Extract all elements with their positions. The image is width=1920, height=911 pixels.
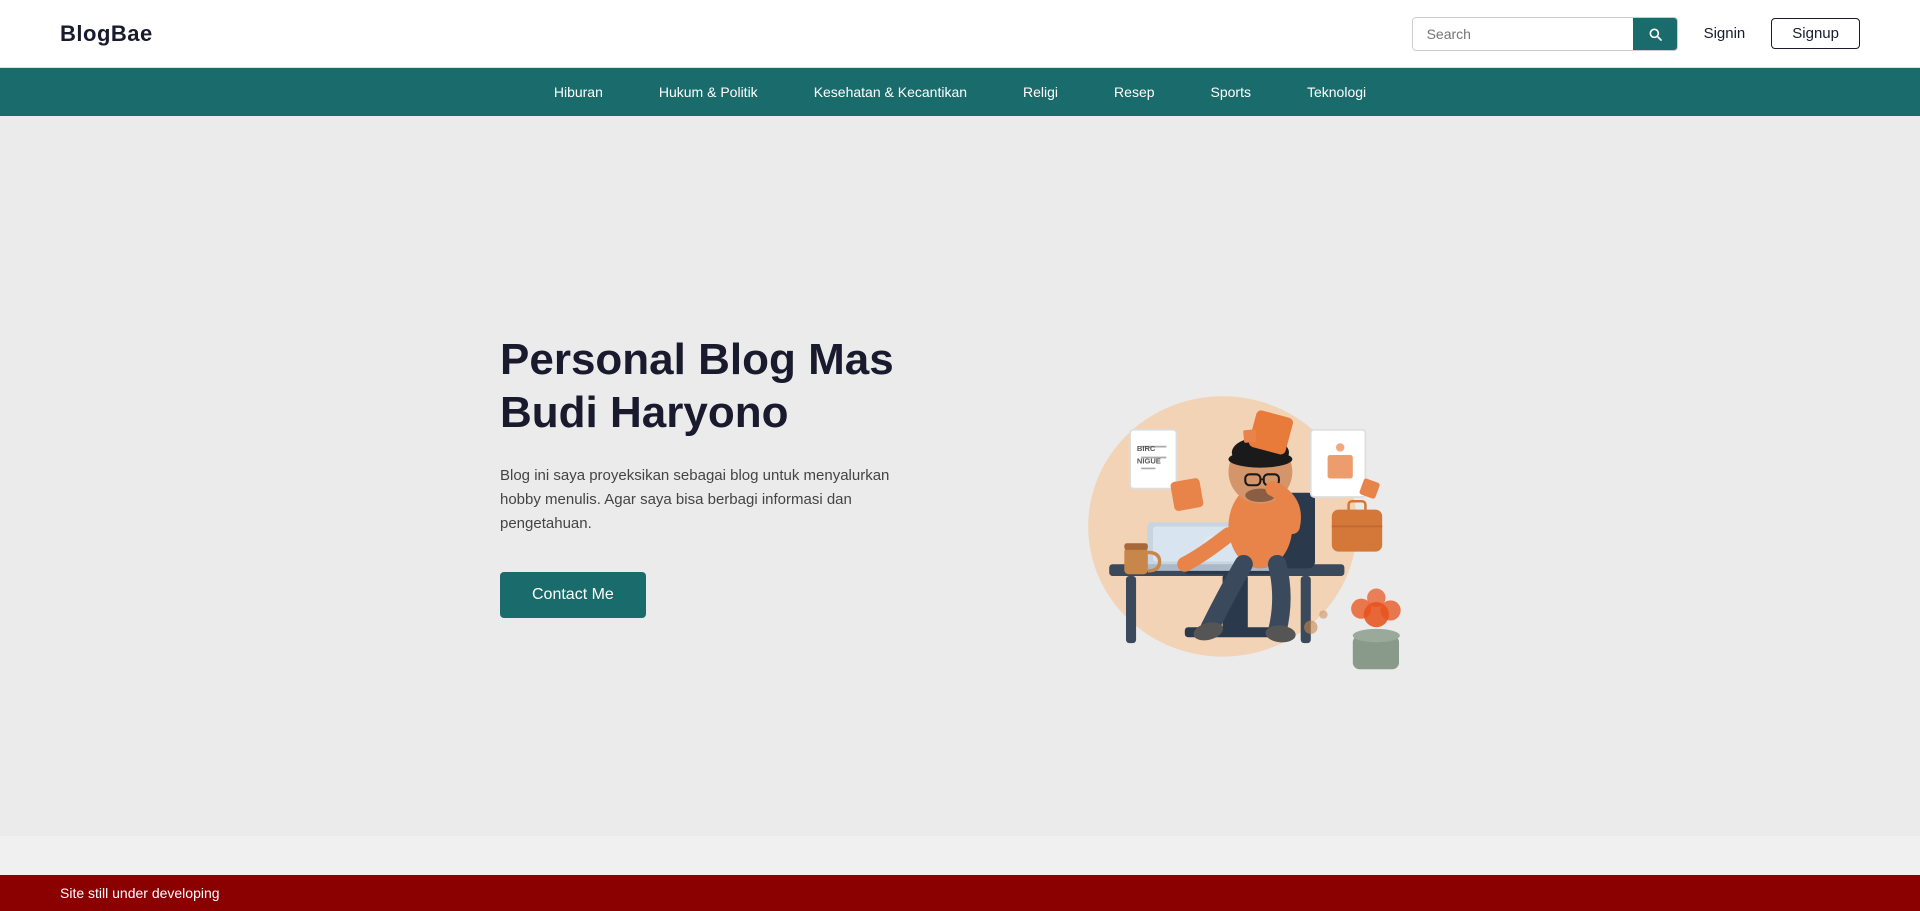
hero-title: Personal Blog Mas Budi Haryono <box>500 334 920 440</box>
footer-status-text: Site still under developing <box>60 885 220 901</box>
logo: BlogBae <box>60 21 153 47</box>
nav-item-resep[interactable]: Resep <box>1086 68 1182 116</box>
nav-bar: Hiburan Hukum & Politik Kesehatan & Keca… <box>0 68 1920 116</box>
search-wrapper <box>1412 17 1678 51</box>
hero-illustration: BIRC NIGUE <box>1000 266 1420 686</box>
signin-button[interactable]: Signin <box>1694 19 1756 48</box>
svg-text:BIRC: BIRC <box>1137 444 1156 453</box>
contact-button[interactable]: Contact Me <box>500 572 646 618</box>
search-input[interactable] <box>1413 18 1633 50</box>
nav-item-religi[interactable]: Religi <box>995 68 1086 116</box>
nav-item-sports[interactable]: Sports <box>1183 68 1279 116</box>
header: BlogBae Signin Signup <box>0 0 1920 68</box>
hero-description: Blog ini saya proyeksikan sebagai blog u… <box>500 464 920 536</box>
nav-item-kesehatan[interactable]: Kesehatan & Kecantikan <box>786 68 995 116</box>
footer-bar: Site still under developing <box>0 875 1920 911</box>
hero-section: Personal Blog Mas Budi Haryono Blog ini … <box>0 116 1920 836</box>
svg-text:NIGUE: NIGUE <box>1137 456 1161 465</box>
header-right: Signin Signup <box>1412 17 1860 51</box>
search-icon <box>1647 26 1663 42</box>
nav-item-teknologi[interactable]: Teknologi <box>1279 68 1394 116</box>
nav-item-hiburan[interactable]: Hiburan <box>526 68 631 116</box>
hero-text: Personal Blog Mas Budi Haryono Blog ini … <box>500 334 920 618</box>
hero-svg: BIRC NIGUE <box>1000 266 1420 686</box>
search-button[interactable] <box>1633 18 1677 50</box>
nav-item-hukum[interactable]: Hukum & Politik <box>631 68 786 116</box>
signup-button[interactable]: Signup <box>1771 18 1860 49</box>
